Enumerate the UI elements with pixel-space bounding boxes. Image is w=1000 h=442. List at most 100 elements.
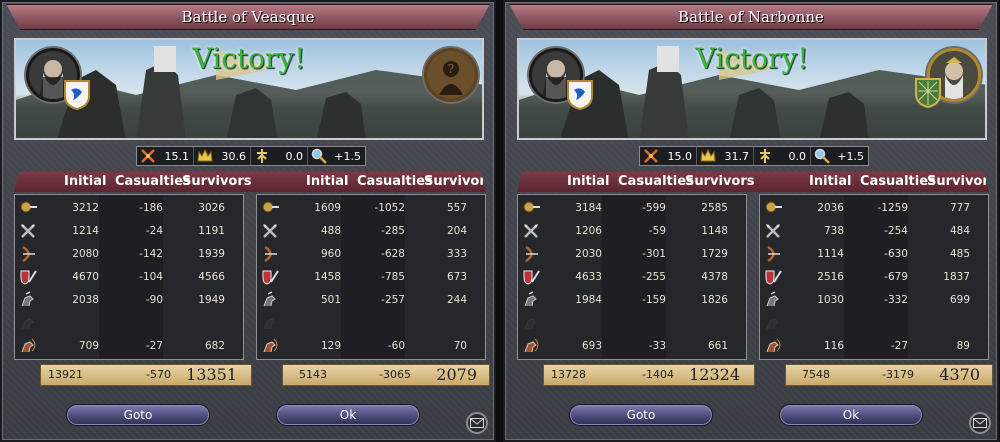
cell-survivors: 1939: [198, 248, 225, 260]
table-row: 3184 -599 2585: [518, 198, 746, 218]
cell-survivors: 1148: [701, 225, 728, 237]
casualty-table-headers: Initial Casualties Survivors Initial Cas…: [14, 172, 486, 192]
table-row: 4670 -104 4566: [15, 267, 243, 287]
attacker-coat-of-arms-icon[interactable]: [64, 80, 90, 110]
header-initial: Initial: [306, 174, 349, 189]
header-survivors: Survivors: [685, 174, 755, 189]
table-row: 1206 -59 1148: [518, 221, 746, 241]
light-cavalry-icon: [15, 290, 41, 310]
defender-coat-of-arms-icon[interactable]: [915, 78, 941, 108]
cell-casualties: -24: [145, 225, 163, 237]
battle-report-panel-narbonne: Battle of Narbonne Victory! 15.0 31.7 0.…: [503, 0, 999, 442]
attacker-casualty-table: 3212 -186 3026 1214 -24 1191 2080 -142 1939 4670 -…: [14, 194, 244, 360]
cell-casualties: -33: [648, 340, 666, 352]
heavy-infantry-icon: [518, 221, 544, 241]
cell-casualties: -332: [884, 294, 908, 306]
cell-survivors: 1949: [198, 294, 225, 306]
cell-survivors: 661: [707, 340, 728, 352]
header-survivors: Survivors: [424, 174, 494, 189]
horse-archers-icon: [257, 336, 283, 356]
battle-stats-bar: 15.1 30.6 0.0 +1.5: [136, 146, 366, 166]
cell-survivors: 204: [446, 225, 467, 237]
cell-survivors: 4378: [701, 271, 728, 283]
cell-survivors: 244: [446, 294, 467, 306]
cell-initial: 1114: [817, 248, 844, 260]
cell-casualties: -255: [642, 271, 666, 283]
table-row: 501 -257 244: [257, 290, 485, 310]
crown-icon: [700, 148, 716, 162]
ok-button[interactable]: Ok: [779, 404, 923, 426]
cell-survivors: 2585: [701, 202, 728, 214]
table-row: 116 -27 89: [760, 336, 988, 356]
cell-casualties: -104: [139, 271, 163, 283]
crown-icon: [197, 148, 213, 162]
cell-survivors: 484: [949, 225, 970, 237]
attacker-totals: 13921 -570 13351: [40, 364, 252, 386]
knights-icon: [257, 313, 283, 333]
horse-archers-icon: [518, 336, 544, 356]
magnifier-icon: [814, 148, 830, 164]
cell-casualties: -186: [139, 202, 163, 214]
crossed-axes-icon: [141, 149, 155, 163]
cell-initial: 1030: [817, 294, 844, 306]
cell-casualties: -599: [642, 202, 666, 214]
table-row: 2516 -679 1837: [760, 267, 988, 287]
archers-icon: [15, 244, 41, 264]
ok-button[interactable]: Ok: [276, 404, 420, 426]
defender-total-casualties: -3179: [882, 368, 914, 381]
table-row: 2038 -90 1949: [15, 290, 243, 310]
message-settings-button[interactable]: [969, 412, 991, 434]
knights-icon: [15, 313, 41, 333]
cell-survivors: 699: [949, 294, 970, 306]
archers-icon: [257, 244, 283, 264]
battle-result-text: Victory!: [695, 42, 809, 75]
cell-initial: 4633: [575, 271, 602, 283]
cell-casualties: -1259: [877, 202, 908, 214]
stat-terrain: 0.0: [754, 147, 811, 165]
attacker-total-survivors: 12324: [689, 365, 740, 384]
attacker-coat-of-arms-icon[interactable]: [567, 80, 593, 110]
table-row: 1214 -24 1191: [15, 221, 243, 241]
stat-tactics: +1.5: [811, 147, 868, 165]
pikemen-icon: [257, 267, 283, 287]
table-row: [760, 313, 988, 333]
cell-casualties: -142: [139, 248, 163, 260]
cell-casualties: -679: [884, 271, 908, 283]
knights-icon: [760, 313, 786, 333]
cell-casualties: -254: [884, 225, 908, 237]
message-settings-button[interactable]: [466, 412, 488, 434]
stat-terrain: 0.0: [251, 147, 308, 165]
stat-commander: 31.7: [697, 147, 754, 165]
table-row: 4633 -255 4378: [518, 267, 746, 287]
cell-survivors: 1729: [701, 248, 728, 260]
attacker-totals: 13728 -1404 12324: [543, 364, 755, 386]
pikemen-icon: [760, 267, 786, 287]
cell-initial: 1984: [575, 294, 602, 306]
cell-initial: 2516: [817, 271, 844, 283]
table-row: 1609 -1052 557: [257, 198, 485, 218]
table-row: 709 -27 682: [15, 336, 243, 356]
battle-banner: Victory! ?: [14, 38, 484, 140]
header-initial: Initial: [567, 174, 610, 189]
knights-icon: [518, 313, 544, 333]
cell-initial: 1609: [314, 202, 341, 214]
defender-portrait-unknown[interactable]: ?: [424, 48, 478, 102]
cell-survivors: 673: [446, 271, 467, 283]
header-casualties: Casualties: [618, 174, 694, 189]
cell-survivors: 333: [446, 248, 467, 260]
defender-totals: 7548 -3179 4370: [785, 364, 993, 386]
table-row: 960 -628 333: [257, 244, 485, 264]
goto-button[interactable]: Goto: [66, 404, 210, 426]
cell-survivors: 682: [204, 340, 225, 352]
goto-button[interactable]: Goto: [569, 404, 713, 426]
heavy-infantry-icon: [15, 221, 41, 241]
header-survivors: Survivors: [182, 174, 252, 189]
table-row: 2030 -301 1729: [518, 244, 746, 264]
terrain-icon: [760, 149, 770, 163]
light-infantry-icon: [15, 198, 41, 218]
cell-casualties: -27: [890, 340, 908, 352]
cell-casualties: -630: [884, 248, 908, 260]
cell-initial: 3184: [575, 202, 602, 214]
cell-casualties: -785: [381, 271, 405, 283]
battle-banner: Victory!: [517, 38, 987, 140]
